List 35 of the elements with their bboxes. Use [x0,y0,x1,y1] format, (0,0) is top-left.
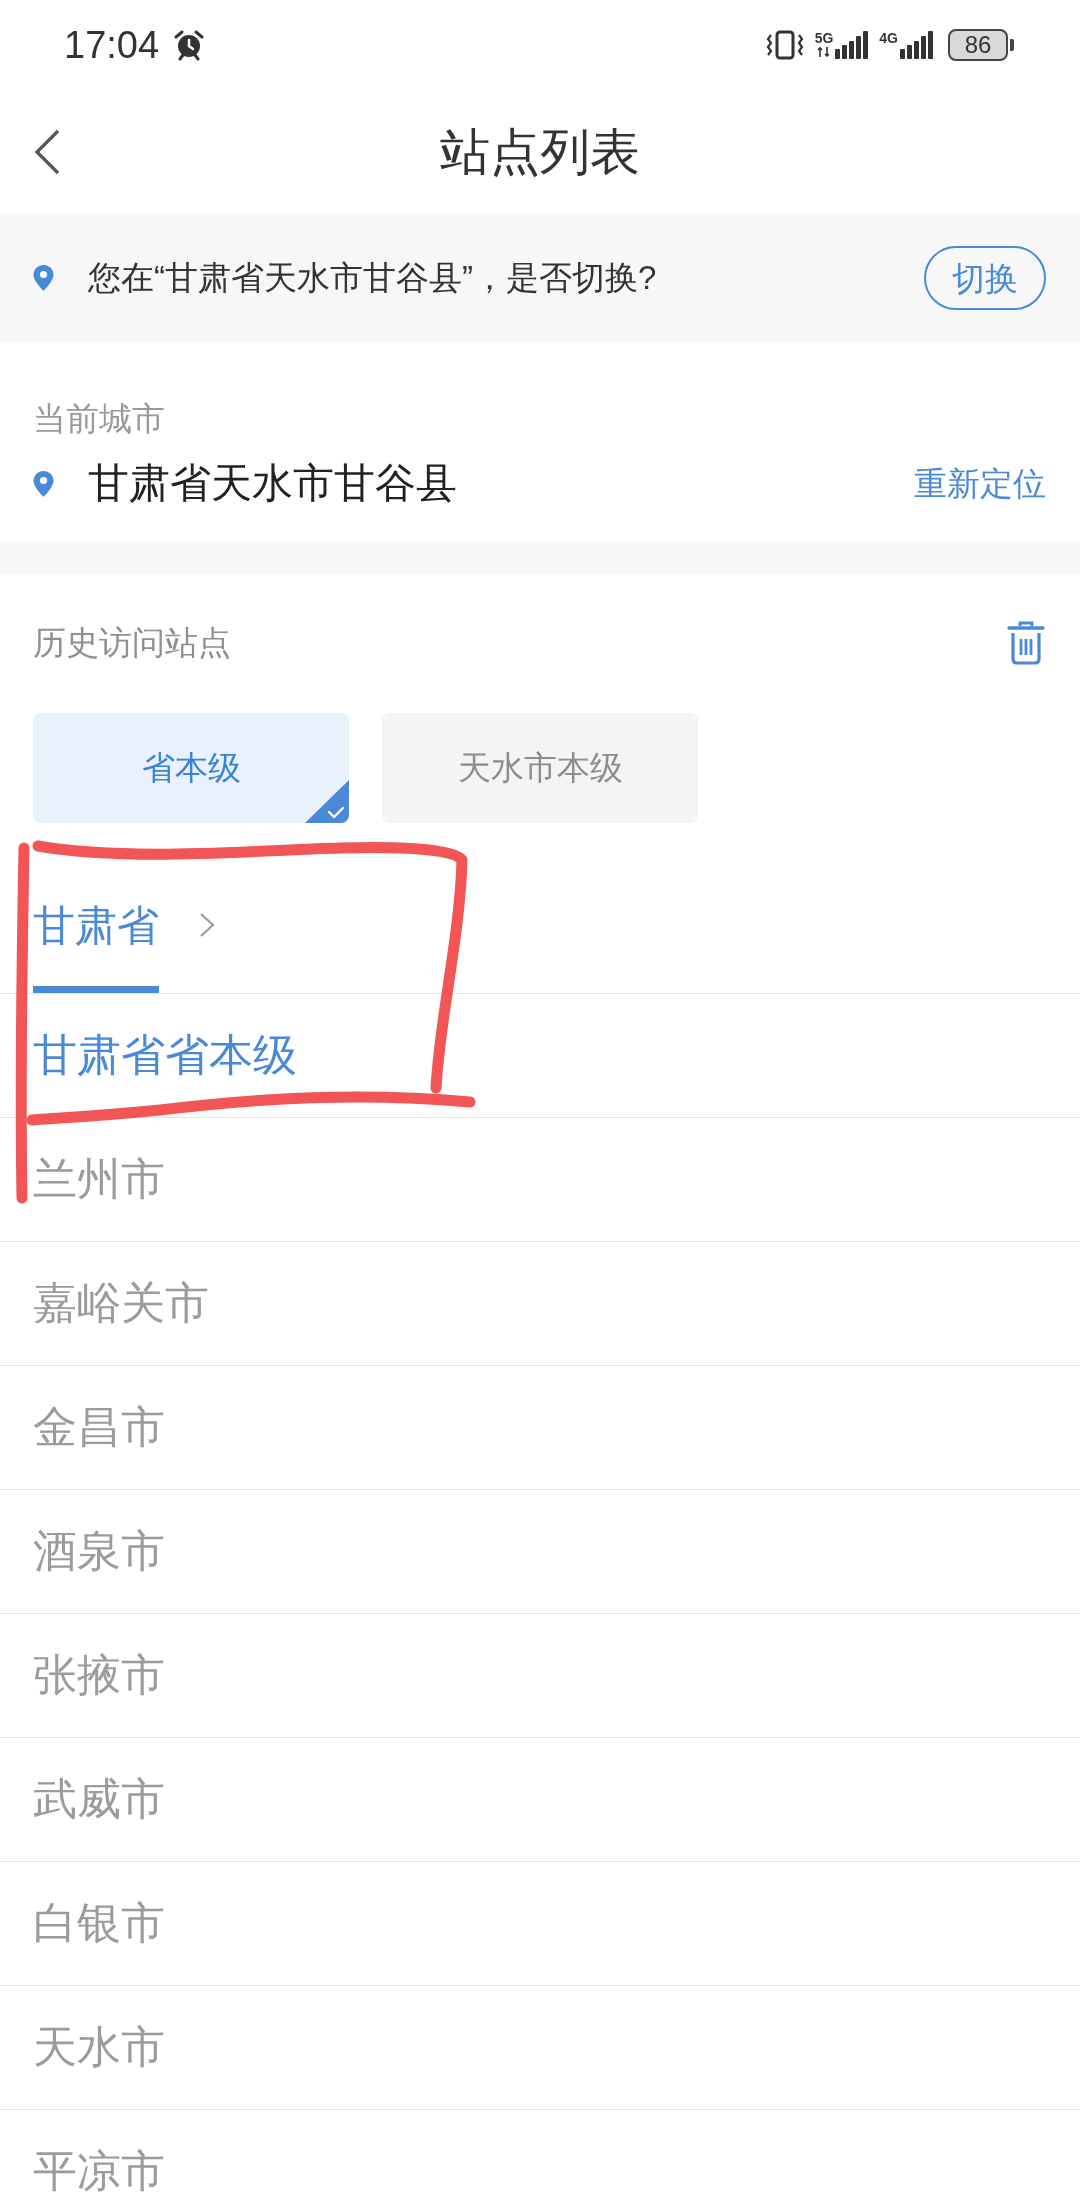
region-item[interactable]: 兰州市 [0,1118,1080,1242]
signal-icon [900,31,934,59]
network-type-label: 4G [879,31,898,45]
page-title: 站点列表 [440,123,640,182]
current-city-name: 甘肃省天水市甘谷县 [88,459,457,509]
network-type-label: 5G [814,31,834,45]
chevron-right-icon [199,912,215,938]
history-site-chip[interactable]: 天水市本级 [382,713,698,823]
region-item[interactable]: 甘肃省省本级 [0,994,1080,1118]
region-item[interactable]: 天水市 [0,1986,1080,2110]
region-item[interactable]: 张掖市 [0,1614,1080,1738]
location-pin-icon [33,471,54,497]
back-button[interactable] [33,129,61,175]
vibrate-icon [764,30,805,60]
location-pin-icon [33,265,54,291]
alarm-clock-icon [173,29,206,61]
data-activity-icon [816,47,831,57]
region-item[interactable]: 酒泉市 [0,1490,1080,1614]
selected-check-corner-icon [305,780,349,823]
location-prompt-text: 您在“甘肃省天水市甘谷县”，是否切换? [88,258,658,298]
history-site-chip[interactable]: 省本级 [33,713,349,823]
signal-icon [835,31,870,59]
region-item[interactable]: 武威市 [0,1738,1080,1862]
battery-indicator: 86 [948,29,1014,61]
region-item[interactable]: 金昌市 [0,1366,1080,1490]
region-item[interactable]: 平凉市 [0,2110,1080,2204]
breadcrumb-tab[interactable]: 甘肃省 [33,901,159,993]
current-city-label: 当前城市 [33,399,165,439]
status-time: 17:04 [64,26,160,64]
history-label: 历史访问站点 [33,623,231,663]
region-item[interactable]: 白银市 [0,1862,1080,1986]
switch-button[interactable]: 切换 [924,246,1046,310]
trash-icon[interactable] [1007,621,1045,665]
region-item[interactable]: 嘉峪关市 [0,1242,1080,1366]
relocate-link[interactable]: 重新定位 [914,464,1046,504]
